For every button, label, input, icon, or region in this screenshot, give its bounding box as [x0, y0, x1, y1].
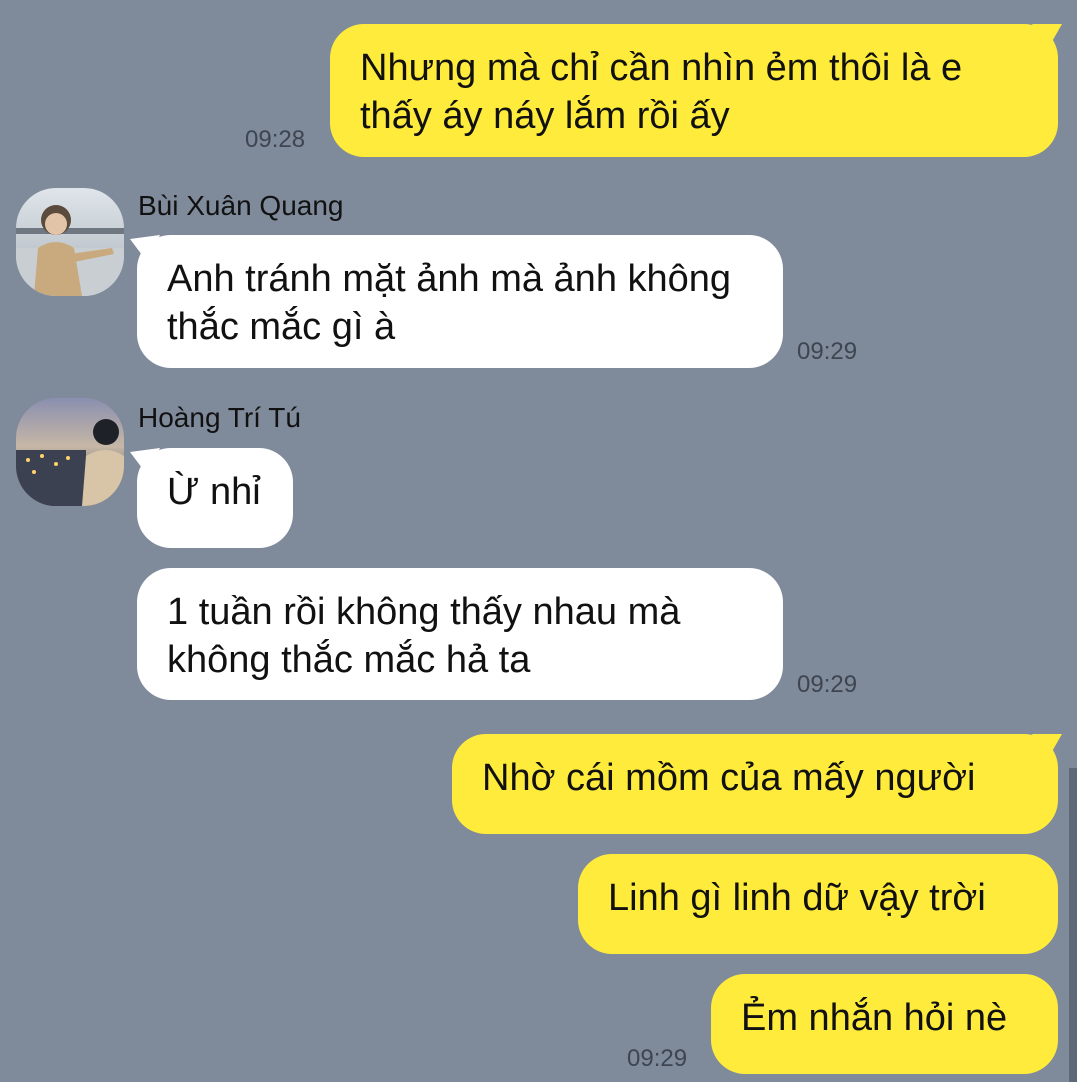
message-time: 09:29 — [797, 671, 858, 698]
sender-name: Bùi Xuân Quang — [138, 190, 344, 221]
avatar-hoang-tri-tu[interactable] — [16, 398, 124, 506]
message-time: 09:28 — [245, 126, 306, 153]
chat-area[interactable]: 09:28 Nhưng mà chỉ cần nhìn ẻm thôi là e… — [0, 0, 1077, 1082]
message-bubble-mine[interactable]: Nhờ cái mồm của mấy người — [452, 734, 1058, 834]
message-bubble-theirs[interactable]: 1 tuần rồi không thấy nhau mà không thắc… — [137, 568, 783, 700]
message-bubble-mine[interactable]: Ẻm nhắn hỏi nè — [711, 974, 1058, 1074]
scrollbar[interactable] — [1069, 768, 1077, 1082]
sender-name: Hoàng Trí Tú — [138, 402, 301, 433]
message-time: 09:29 — [627, 1045, 688, 1072]
avatar-bui-xuan-quang[interactable] — [16, 188, 124, 296]
message-bubble-mine[interactable]: Linh gì linh dữ vậy trời — [578, 854, 1058, 954]
message-time: 09:29 — [797, 338, 858, 365]
message-bubble-mine[interactable]: Nhưng mà chỉ cần nhìn ẻm thôi là e thấy … — [330, 24, 1058, 157]
message-bubble-theirs[interactable]: Ừ nhỉ — [137, 448, 293, 548]
message-bubble-theirs[interactable]: Anh tránh mặt ảnh mà ảnh không thắc mắc … — [137, 235, 783, 368]
